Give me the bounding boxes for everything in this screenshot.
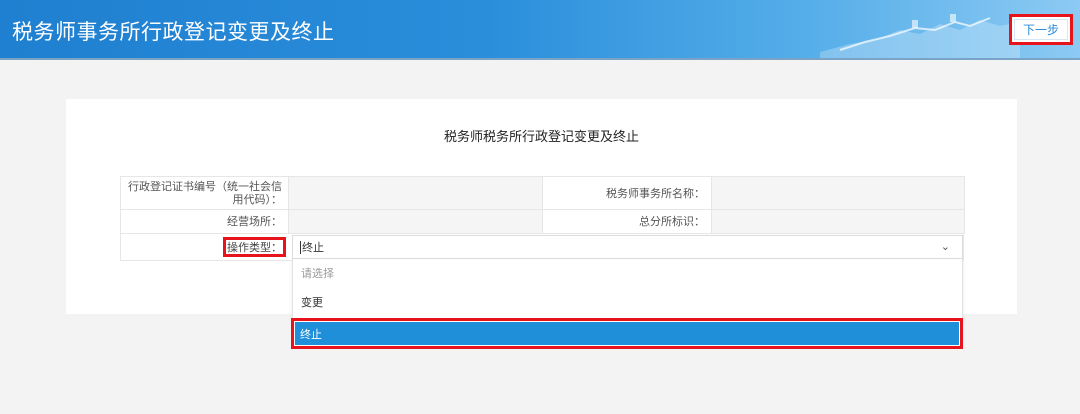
registration-form-table: 行政登记证书编号（统一社会信用代码）： 税务师事务所名称： 经营场所： 总分所标… [120,176,965,234]
op-type-selected-value: 终止 [302,241,324,254]
next-step-button[interactable]: 下一步 [1014,19,1068,40]
app-header: 税务师事务所行政登记变更及终止 下一步 [0,0,1080,60]
branch-flag-label: 总分所标识： [542,209,712,234]
cert-no-value [288,176,543,210]
selected-option-highlight: 终止 [291,318,963,349]
great-wall-decoration-icon [820,14,1020,58]
option-placeholder[interactable]: 请选择 [293,259,962,288]
chevron-down-icon[interactable]: ⌄ [941,240,950,253]
op-type-label: 操作类型： [223,237,286,257]
branch-flag-value [711,209,965,234]
address-label: 经营场所： [120,209,289,234]
option-change[interactable]: 变更 [293,288,962,317]
form-title: 税务师税务所行政登记变更及终止 [443,130,639,145]
cert-no-label: 行政登记证书编号（统一社会信用代码）： [120,176,289,210]
firm-name-value [711,176,965,210]
op-type-dropdown: 请选择 变更 [292,259,963,319]
option-terminate[interactable]: 终止 [295,322,959,345]
address-value [288,209,543,234]
page-title: 税务师事务所行政登记变更及终止 [12,20,335,44]
next-highlight: 下一步 [1009,14,1073,45]
text-cursor [300,240,301,254]
op-type-select[interactable]: 终止 ⌄ [292,235,963,259]
firm-name-label: 税务师事务所名称： [542,176,712,210]
